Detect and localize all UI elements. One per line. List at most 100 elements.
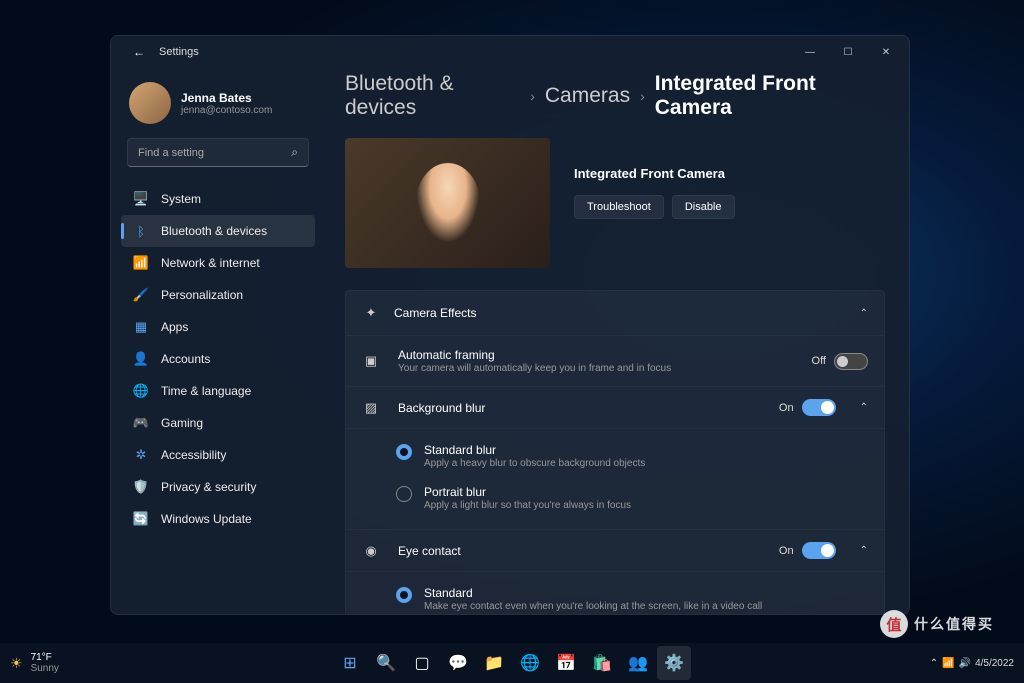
chevron-up-icon: ⌃: [860, 308, 868, 319]
radio-option[interactable]: Standard blurApply a heavy blur to obscu…: [396, 435, 884, 477]
minimize-button[interactable]: —: [791, 38, 829, 66]
profile-email: jenna@contoso.com: [181, 105, 272, 116]
nav-icon: 🔄: [133, 511, 149, 527]
profile-block[interactable]: Jenna Bates jenna@contoso.com: [121, 76, 315, 136]
edge-button[interactable]: 🌐: [513, 646, 547, 680]
eye-icon: ◉: [362, 543, 380, 559]
nav-label: Gaming: [161, 416, 203, 430]
breadcrumb: Bluetooth & devices›Cameras›Integrated F…: [345, 72, 885, 120]
sidebar-item-bluetooth-devices[interactable]: ᛒ Bluetooth & devices: [121, 215, 315, 247]
automatic-framing-toggle[interactable]: [834, 353, 868, 370]
teams-button[interactable]: 👥: [621, 646, 655, 680]
automatic-framing-row: ▣ Automatic framing Your camera will aut…: [346, 335, 884, 386]
explorer-button[interactable]: 📁: [477, 646, 511, 680]
taskview-button[interactable]: ▢: [405, 646, 439, 680]
sidebar-item-apps[interactable]: ▦Apps: [121, 311, 315, 343]
chevron-up-icon[interactable]: ⌃: [860, 402, 868, 413]
nav-label: Network & internet: [161, 256, 260, 270]
profile-name: Jenna Bates: [181, 91, 272, 105]
toggle-label: Off: [812, 355, 826, 367]
eye-contact-toggle[interactable]: [802, 542, 836, 559]
option-desc: Apply a heavy blur to obscure background…: [424, 458, 868, 469]
chevron-up-icon[interactable]: ⌃: [860, 545, 868, 556]
settings-window: ← Settings — ☐ ✕ Jenna Bates jenna@conto…: [110, 35, 910, 615]
breadcrumb-item[interactable]: Bluetooth & devices: [345, 72, 520, 120]
nav-icon: 🖌️: [133, 287, 149, 303]
search-input[interactable]: [138, 147, 291, 159]
sidebar-item-time-language[interactable]: 🌐 Time & language: [121, 375, 315, 407]
sidebar-item-system[interactable]: 🖥️System: [121, 183, 315, 215]
option-title: Standard blur: [424, 443, 868, 457]
taskbar-center: ⊞ 🔍 ▢ 💬 📁 🌐 📅 🛍️ 👥 ⚙️: [333, 646, 691, 680]
camera-preview-row: Integrated Front Camera Troubleshoot Dis…: [345, 138, 885, 268]
radio-option[interactable]: Portrait blurApply a light blur so that …: [396, 477, 884, 519]
nav-label: Privacy & security: [161, 480, 256, 494]
window-title: Settings: [159, 46, 199, 58]
close-button[interactable]: ✕: [867, 38, 905, 66]
radio-button[interactable]: [396, 587, 412, 603]
disable-button[interactable]: Disable: [672, 195, 735, 219]
sidebar-item-network-internet[interactable]: 📶 Network & internet: [121, 247, 315, 279]
option-desc: Make eye contact even when you're lookin…: [424, 601, 868, 612]
sidebar-item-privacy-security[interactable]: 🛡️ Privacy & security: [121, 471, 315, 503]
nav-icon: ᛒ: [133, 223, 149, 239]
nav-icon: ✲: [133, 447, 149, 463]
main-content: Bluetooth & devices›Cameras›Integrated F…: [321, 68, 909, 614]
avatar: [129, 82, 171, 124]
camera-preview: [345, 138, 550, 268]
chat-button[interactable]: 💬: [441, 646, 475, 680]
sidebar-item-windows-update[interactable]: 🔄 Windows Update: [121, 503, 315, 535]
sidebar-item-personalization[interactable]: 🖌️Personalization: [121, 279, 315, 311]
volume-icon[interactable]: 🔊: [959, 658, 971, 669]
taskbar-weather[interactable]: ☀ 71°F Sunny: [10, 652, 59, 674]
toggle-label: On: [779, 545, 794, 557]
camera-effects-header[interactable]: ✦ Camera Effects ⌃: [346, 291, 884, 335]
radio-button[interactable]: [396, 486, 412, 502]
camera-name: Integrated Front Camera: [574, 166, 885, 181]
breadcrumb-item[interactable]: Cameras: [545, 84, 630, 108]
sidebar-item-accessibility[interactable]: ✲ Accessibility: [121, 439, 315, 471]
blur-options: Standard blurApply a heavy blur to obscu…: [346, 428, 884, 529]
wifi-icon[interactable]: 📶: [942, 658, 954, 669]
sidebar-item-gaming[interactable]: 🎮 Gaming: [121, 407, 315, 439]
back-button[interactable]: ←: [127, 40, 151, 64]
search-button[interactable]: 🔍: [369, 646, 403, 680]
window-body: Jenna Bates jenna@contoso.com ⌕ 🖥️System…: [111, 68, 909, 614]
nav-icon: 🎮: [133, 415, 149, 431]
radio-option[interactable]: StandardMake eye contact even when you'r…: [396, 578, 884, 614]
taskbar: ☀ 71°F Sunny ⊞ 🔍 ▢ 💬 📁 🌐 📅 🛍️ 👥 ⚙️ ⌃ 📶 🔊…: [0, 643, 1024, 683]
search-icon: ⌕: [291, 145, 298, 160]
eye-options: StandardMake eye contact even when you'r…: [346, 571, 884, 614]
start-button[interactable]: ⊞: [333, 646, 367, 680]
tray-chevron-icon[interactable]: ⌃: [930, 658, 938, 669]
setting-title: Eye contact: [398, 544, 761, 558]
nav-icon: 🌐: [133, 383, 149, 399]
breadcrumb-separator: ›: [530, 88, 535, 104]
watermark-badge: 值: [880, 610, 908, 638]
setting-title: Automatic framing: [398, 348, 794, 362]
framing-icon: ▣: [362, 353, 380, 369]
weather-temp: 71°F: [31, 652, 59, 663]
search-box[interactable]: ⌕: [127, 138, 309, 167]
background-blur-toggle[interactable]: [802, 399, 836, 416]
nav-label: Windows Update: [161, 512, 252, 526]
nav-label: Bluetooth & devices: [161, 224, 267, 238]
sidebar-item-accounts[interactable]: 👤 Accounts: [121, 343, 315, 375]
toggle-label: On: [779, 402, 794, 414]
nav-label: Accounts: [161, 352, 210, 366]
nav-label: Apps: [161, 320, 188, 334]
maximize-button[interactable]: ☐: [829, 38, 867, 66]
taskbar-right[interactable]: ⌃ 📶 🔊 4/5/2022: [930, 658, 1014, 669]
nav-icon: 🖥️: [133, 191, 149, 207]
calendar-button[interactable]: 📅: [549, 646, 583, 680]
radio-button[interactable]: [396, 444, 412, 460]
nav-icon: 📶: [133, 255, 149, 271]
store-button[interactable]: 🛍️: [585, 646, 619, 680]
option-title: Standard: [424, 586, 868, 600]
nav-label: Accessibility: [161, 448, 226, 462]
nav-icon: 🛡️: [133, 479, 149, 495]
nav-label: Time & language: [161, 384, 251, 398]
troubleshoot-button[interactable]: Troubleshoot: [574, 195, 664, 219]
settings-button[interactable]: ⚙️: [657, 646, 691, 680]
nav-icon: 👤: [133, 351, 149, 367]
